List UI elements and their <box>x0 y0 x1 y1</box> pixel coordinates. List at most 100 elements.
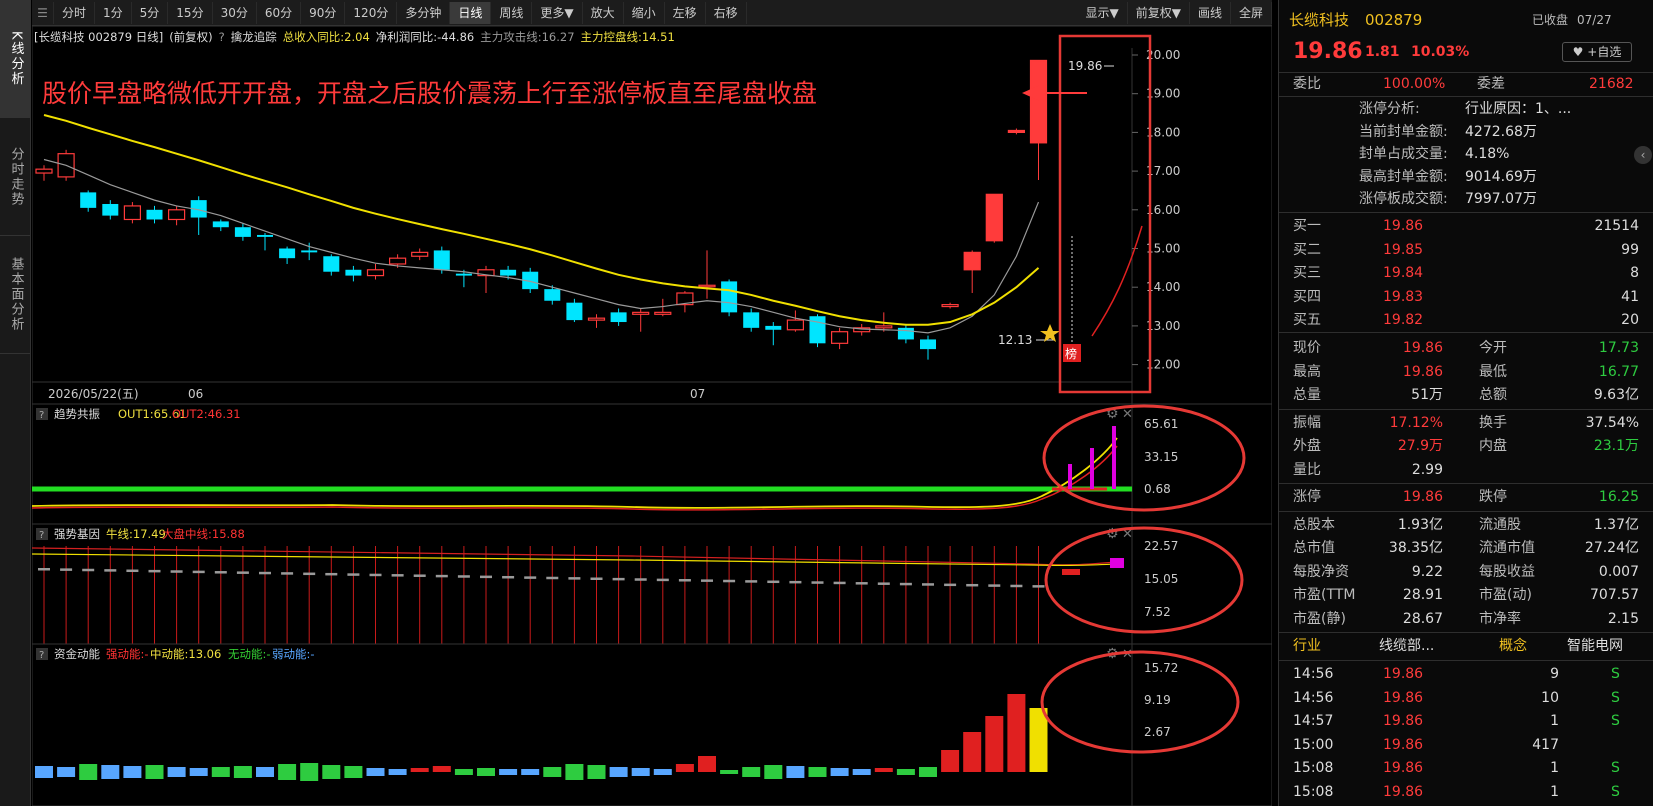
momentum-bar <box>830 768 849 776</box>
stat-value: 28.67 <box>1402 610 1443 627</box>
star-icon[interactable] <box>1040 324 1060 342</box>
chart-area[interactable]: 20.0019.0018.0017.0016.0015.0014.0013.00… <box>32 26 1272 806</box>
close-icon[interactable]: ✕ <box>1122 647 1133 662</box>
momentum-bar <box>322 765 341 779</box>
momentum-bar <box>167 767 186 777</box>
stock-code: 002879 <box>1365 11 1423 29</box>
bid-volume: 99 <box>1621 241 1639 258</box>
momentum-bar <box>565 764 584 780</box>
period-buttons: 分时 1分 5分 15分 30分 60分 90分 120分 多分钟 日线 周线 更多▼ 放大 缩小 左移 右移 <box>54 1 747 24</box>
period-button[interactable]: 15分 <box>168 1 213 24</box>
bid-label: 买五 <box>1293 312 1321 328</box>
candle <box>257 233 273 251</box>
candle <box>566 298 583 323</box>
limit-label: 当前封单金额: <box>1359 123 1448 140</box>
period-button[interactable]: 60分 <box>257 1 302 24</box>
concept-label: 概念 <box>1499 638 1527 654</box>
stat-value: 1.37亿 <box>1593 516 1639 533</box>
toolbar: ☰ 分时 1分 5分 15分 30分 60分 90分 120分 多分钟 日线 周线 更多▼ 放大 缩小 左移… <box>32 0 1272 26</box>
bid-label: 买四 <box>1293 288 1321 305</box>
period-button[interactable]: 分时 <box>54 1 96 24</box>
momentum-bar <box>1007 694 1026 772</box>
tab-timeshare[interactable]: 分时走势 <box>0 118 31 236</box>
stat-label: 现价 <box>1293 340 1321 356</box>
panel3-none: 无动能:- <box>228 647 271 661</box>
tick-side: S <box>1611 713 1620 729</box>
period-button[interactable]: 日线 <box>450 1 492 24</box>
stat-label: 总股本 <box>1293 516 1335 533</box>
panel3-strong: 强动能:- <box>106 647 149 661</box>
view-button[interactable]: 前复权▼ <box>1128 1 1190 24</box>
momentum-bar <box>123 766 142 778</box>
momentum-bar <box>233 766 252 778</box>
view-button[interactable]: 画线 <box>1190 1 1231 24</box>
panel3-mid: 中动能:13.06 <box>150 647 221 661</box>
period-button[interactable]: 右移 <box>706 1 747 24</box>
limit-label: 涨停分析: <box>1359 101 1420 117</box>
candle <box>985 193 1003 243</box>
date-label-start: 2026/05/22(五) <box>48 387 139 401</box>
panel-capital-momentum: ? 资金动能 强动能:- 中动能:13.06 无动能:- 弱动能:- ⚙ ✕ 1… <box>32 643 1272 806</box>
tick-time: 15:08 <box>1293 783 1334 800</box>
add-watchlist-button[interactable]: ♥ +自选 <box>1562 42 1632 62</box>
bid-price: 19.84 <box>1383 265 1424 281</box>
bid-price: 19.82 <box>1383 312 1424 328</box>
stat-label: 涨停 <box>1293 489 1321 505</box>
high-price-label: 19.86 <box>1068 59 1102 73</box>
tab-kline[interactable]: K线分析 <box>0 0 31 118</box>
momentum-bar <box>499 769 518 775</box>
momentum-bar <box>410 768 429 772</box>
bid-volume: 41 <box>1621 288 1639 305</box>
close-icon[interactable]: ✕ <box>1122 407 1133 422</box>
stat-label: 市盈(静) <box>1293 610 1346 627</box>
tick-price: 19.86 <box>1383 760 1424 776</box>
gear-icon[interactable]: ⚙ <box>1106 526 1119 542</box>
period-button[interactable]: 多分钟 <box>397 1 451 24</box>
stat-value: 9.63亿 <box>1593 387 1639 403</box>
price-row: 19.86 1.81 10.03% ♥ +自选 <box>1279 40 1653 68</box>
period-button[interactable]: 左移 <box>665 1 706 24</box>
candle <box>168 205 186 226</box>
momentum-bar <box>432 766 451 772</box>
stat-label: 换手 <box>1479 414 1507 431</box>
period-button[interactable]: 更多▼ <box>532 1 583 24</box>
tick-price: 19.86 <box>1383 783 1424 800</box>
candle <box>234 223 251 241</box>
tick-price: 19.86 <box>1383 713 1424 729</box>
stat-value: 9.22 <box>1411 563 1443 580</box>
period-button[interactable]: 30分 <box>213 1 257 24</box>
stat-value: 2.99 <box>1411 461 1443 478</box>
momentum-bar <box>35 766 53 778</box>
candle <box>941 302 959 309</box>
period-button[interactable]: 1分 <box>95 1 132 24</box>
period-button[interactable]: 周线 <box>491 1 533 24</box>
stat-label: 每股净资 <box>1293 563 1349 580</box>
tick-side: S <box>1611 666 1620 682</box>
momentum-bar <box>344 766 363 778</box>
view-button[interactable]: 显示▼ <box>1078 1 1128 24</box>
momentum-bar <box>631 768 650 776</box>
tab-fundamentals[interactable]: 基本面分析 <box>0 236 31 354</box>
period-button[interactable]: 缩小 <box>624 1 665 24</box>
settings-icon[interactable]: ☰ <box>32 1 54 24</box>
period-button[interactable]: 放大 <box>583 1 624 24</box>
market-status: 已收盘 <box>1532 13 1569 27</box>
panel3-name: 资金动能 <box>54 647 100 661</box>
bid-label: 买三 <box>1293 265 1321 281</box>
svg-text:33.15: 33.15 <box>1144 450 1178 464</box>
period-button[interactable]: 90分 <box>301 1 346 24</box>
period-button[interactable]: 120分 <box>345 1 398 24</box>
stat-value: 27.9万 <box>1397 438 1443 454</box>
candle <box>1007 128 1026 135</box>
stat-label: 市盈(动) <box>1479 587 1532 603</box>
svg-text:65.61: 65.61 <box>1144 417 1178 431</box>
momentum-bar <box>189 768 208 776</box>
stat-value: 0.007 <box>1598 563 1639 580</box>
momentum-bar <box>764 765 783 779</box>
chevron-left-icon[interactable]: ‹ <box>1634 146 1652 164</box>
period-button[interactable]: 5分 <box>132 1 169 24</box>
candle <box>146 205 163 224</box>
stat-value: 51万 <box>1411 387 1443 403</box>
view-button[interactable]: 全屏 <box>1231 1 1272 24</box>
momentum-bar <box>145 765 164 779</box>
